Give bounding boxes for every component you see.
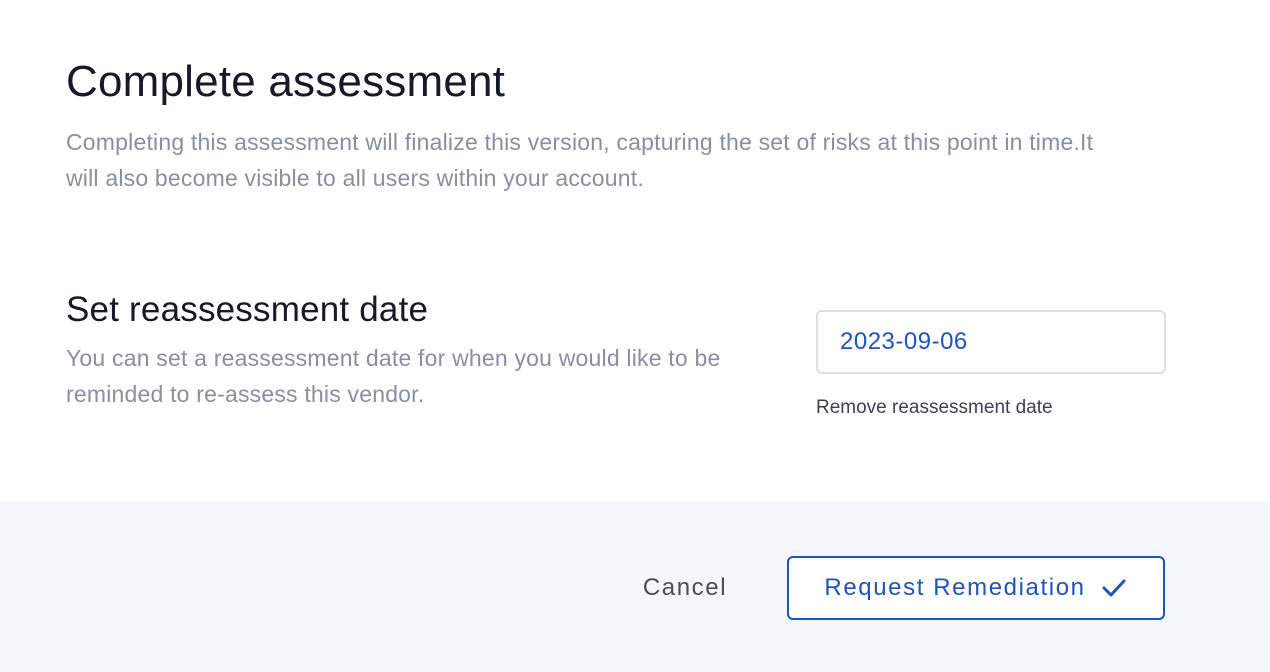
reassessment-section-description: You can set a reassessment date for when…	[66, 345, 721, 407]
reassessment-date-input[interactable]	[816, 310, 1166, 374]
check-icon	[1100, 574, 1128, 602]
reassessment-section-title: Set reassessment date	[66, 290, 429, 329]
dialog-title: Complete assessment	[66, 57, 506, 106]
request-remediation-label: Request Remediation	[824, 574, 1086, 601]
complete-assessment-dialog: Complete assessment Completing this asse…	[0, 0, 1270, 672]
dialog-description: Completing this assessment will finalize…	[66, 129, 1094, 191]
cancel-button[interactable]: Cancel	[620, 556, 750, 620]
remove-reassessment-date-link[interactable]: Remove reassessment date	[816, 396, 1053, 420]
request-remediation-button[interactable]: Request Remediation	[787, 556, 1165, 620]
